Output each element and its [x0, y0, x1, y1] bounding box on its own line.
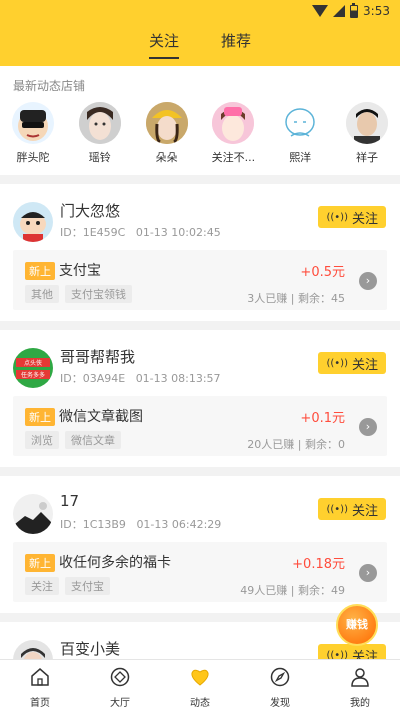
chevron-right-icon: ›	[359, 272, 377, 290]
task-stats: 20人已赚 | 剩余：0	[247, 438, 345, 451]
feed-card: 点头侠任务多多 哥哥帮帮我 ID：03A94E 01-13 08:13:57 (…	[0, 330, 400, 467]
shop-name: 瑶铃	[88, 151, 111, 164]
signal-icon	[333, 5, 346, 17]
shop-id: ID：03A94E	[60, 372, 126, 385]
avatar	[279, 102, 322, 144]
earn-money-float-button[interactable]: 赚钱	[336, 604, 378, 646]
post-time: 01-13 08:13:57	[135, 372, 221, 385]
bottom-nav: 首页 大厅 动态 发现 我的	[0, 659, 400, 711]
task-tag: 浏览	[25, 431, 59, 449]
task-reward: +0.18元	[292, 557, 345, 572]
shop-meta: ID：1C13B9 01-13 06:42:29	[60, 516, 221, 532]
shop-name[interactable]: 门大忽悠	[60, 200, 120, 221]
task-title: 支付宝	[59, 263, 101, 279]
hall-icon	[110, 667, 130, 687]
nav-discover[interactable]: 发现	[240, 660, 320, 711]
recent-shops-title: 最新动态店铺	[13, 79, 86, 93]
broadcast-icon: ((•))	[326, 503, 348, 515]
post-time: 01-13 06:42:29	[136, 518, 222, 531]
shop-item[interactable]: 瑶铃	[75, 102, 125, 165]
task-item[interactable]: 新上 收任何多余的福卡 +0.18元 关注 支付宝 49人已赚 | 剩余：49 …	[13, 542, 387, 602]
follow-button[interactable]: ((•)) 关注	[318, 352, 386, 374]
task-tag: 微信文章	[65, 431, 121, 449]
shop-item[interactable]: 关注不...	[208, 102, 258, 165]
task-item[interactable]: 新上 支付宝 +0.5元 其他 支付宝领钱 3人已赚 | 剩余：45 ›	[13, 250, 387, 310]
chevron-right-icon: ›	[359, 418, 377, 436]
nav-profile[interactable]: 我的	[320, 660, 400, 711]
tab-recommend[interactable]: 推荐	[221, 30, 251, 59]
tab-following[interactable]: 关注	[148, 30, 180, 59]
shop-name[interactable]: 哥哥帮帮我	[60, 346, 135, 367]
user-icon	[351, 668, 369, 687]
avatar[interactable]	[13, 494, 53, 534]
task-tag: 支付宝领钱	[65, 285, 132, 303]
avatar	[212, 102, 255, 144]
post-time: 01-13 10:02:45	[135, 226, 221, 239]
header: 3:53 关注 推荐	[0, 0, 400, 66]
wifi-icon	[312, 5, 329, 17]
broadcast-icon: ((•))	[326, 357, 348, 369]
task-item[interactable]: 新上 微信文章截图 +0.1元 浏览 微信文章 20人已赚 | 剩余：0 ›	[13, 396, 387, 456]
status-bar: 3:53	[0, 0, 400, 24]
shop-meta: ID：1E459C 01-13 10:02:45	[60, 224, 221, 240]
broadcast-icon: ((•))	[326, 211, 348, 223]
nav-label: 动态	[190, 698, 210, 709]
feed-card: 17 ID：1C13B9 01-13 06:42:29 ((•)) 关注 新上 …	[0, 476, 400, 613]
discover-icon	[270, 667, 290, 687]
shop-name[interactable]: 百变小美	[60, 638, 120, 659]
shop-id: ID：1E459C	[60, 226, 126, 239]
new-badge: 新上	[25, 408, 55, 426]
shop-name: 祥子	[355, 151, 378, 164]
nav-label: 大厅	[110, 698, 130, 709]
nav-label: 首页	[30, 698, 50, 709]
task-reward: +0.1元	[300, 411, 345, 426]
feed-card: 门大忽悠 ID：1E459C 01-13 10:02:45 ((•)) 关注 新…	[0, 184, 400, 321]
battery-icon	[350, 2, 359, 18]
shop-id: ID：1C13B9	[60, 518, 126, 531]
shop-name: 熙洋	[289, 151, 312, 164]
feed-icon	[191, 669, 209, 686]
nav-label: 发现	[270, 698, 290, 709]
svg-text:任务多多: 任务多多	[21, 371, 45, 379]
task-reward: +0.5元	[300, 265, 345, 280]
shop-name: 胖头陀	[16, 151, 50, 164]
shop-item[interactable]: 熙洋	[275, 102, 325, 165]
new-badge: 新上	[25, 262, 55, 280]
chevron-right-icon: ›	[359, 564, 377, 582]
follow-button[interactable]: ((•)) 关注	[318, 498, 386, 520]
nav-feed[interactable]: 动态	[160, 660, 240, 711]
task-tag: 支付宝	[65, 577, 110, 595]
shop-name[interactable]: 17	[60, 492, 79, 510]
top-tabs: 关注 推荐	[0, 30, 400, 59]
avatar	[12, 102, 54, 144]
task-stats: 49人已赚 | 剩余：49	[240, 584, 345, 597]
avatar	[145, 102, 188, 144]
nav-hall[interactable]: 大厅	[80, 660, 160, 711]
task-tag: 关注	[25, 577, 59, 595]
shop-item[interactable]: 胖头陀	[8, 102, 58, 165]
task-title: 微信文章截图	[59, 409, 143, 425]
avatar	[345, 102, 388, 144]
nav-home[interactable]: 首页	[0, 660, 80, 711]
home-icon	[31, 668, 49, 686]
recent-shops-section: 最新动态店铺 胖头陀 瑶铃 朵朵 关注不... 熙洋 祥子	[0, 66, 400, 175]
avatar	[78, 102, 121, 144]
new-badge: 新上	[25, 554, 55, 572]
shop-meta: ID：03A94E 01-13 08:13:57	[60, 370, 221, 386]
avatar[interactable]: 点头侠 任务多多	[13, 348, 53, 388]
status-time: 3:53	[363, 4, 390, 18]
svg-text:点头侠: 点头侠	[24, 359, 42, 367]
shop-item[interactable]: 祥子	[342, 102, 392, 165]
shop-name: 关注不...	[211, 151, 256, 164]
task-title: 收任何多余的福卡	[59, 555, 171, 571]
avatar[interactable]	[13, 202, 53, 242]
shop-item[interactable]: 朵朵	[142, 102, 192, 165]
follow-button[interactable]: ((•)) 关注	[318, 206, 386, 228]
nav-label: 我的	[350, 698, 370, 709]
task-stats: 3人已赚 | 剩余：45	[247, 292, 345, 305]
task-tag: 其他	[25, 285, 59, 303]
shop-name: 朵朵	[155, 151, 178, 164]
